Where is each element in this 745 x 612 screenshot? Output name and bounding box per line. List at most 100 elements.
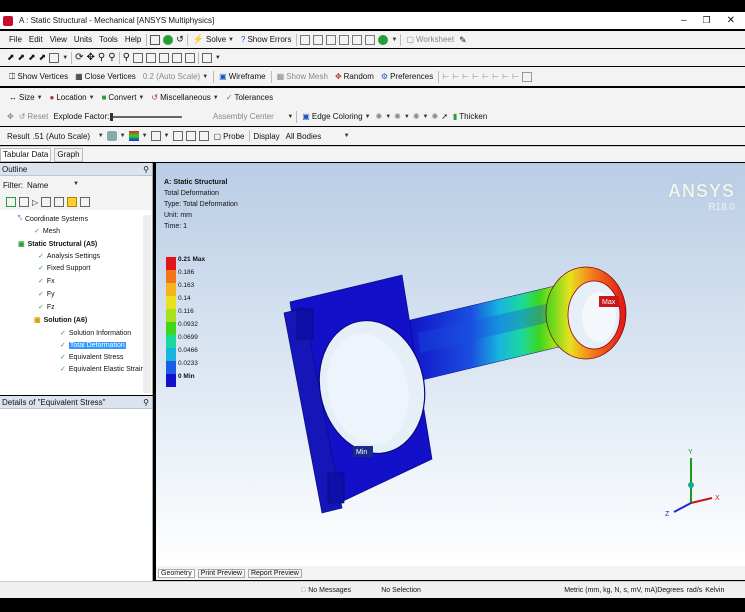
geometry-display-icon[interactable] (106, 131, 117, 141)
fit-icon[interactable] (132, 52, 143, 63)
tree-item-equivalent-stress[interactable]: ✓ Equivalent Stress (60, 353, 123, 362)
outline-scrollbar[interactable] (143, 215, 151, 393)
show-errors-button[interactable]: ? Show Errors (239, 33, 293, 47)
tree-item-mesh[interactable]: ✓ Mesh (34, 227, 60, 236)
connecting-rod-model[interactable]: Max Min Y X Z (156, 163, 745, 566)
tree-item-analysis-settings[interactable]: ✓ Analysis Settings (38, 252, 100, 261)
annotation-tool-icon[interactable]: ⊢ (442, 72, 449, 81)
probe-button[interactable]: ▢ Probe (212, 129, 247, 143)
viewports-icon[interactable] (201, 52, 212, 63)
chevron-down-icon[interactable]: ▼ (98, 133, 104, 139)
chevron-down-icon[interactable]: ▼ (344, 133, 350, 139)
edge-coloring-button[interactable]: ▣ Edge Coloring ▼ (300, 110, 372, 124)
collapse-icon[interactable] (19, 197, 29, 207)
annotation-tool-icon[interactable]: ⊢ (472, 72, 479, 81)
annotation-tool-icon[interactable]: ⊢ (482, 72, 489, 81)
slider-handle[interactable] (110, 112, 114, 121)
close-icon[interactable]: ✕ (727, 15, 735, 26)
chevron-down-icon[interactable]: ▼ (391, 37, 397, 43)
tree-item-fx[interactable]: ✓ Fx (38, 277, 55, 286)
show-mesh-button[interactable]: ▦ Show Mesh (275, 70, 330, 84)
tree-settings-icon[interactable] (80, 197, 91, 207)
chevron-down-icon[interactable]: ▼ (120, 133, 126, 139)
settings-icon[interactable]: ✎ (459, 35, 469, 45)
convert-button[interactable]: ■ Convert ▼ (100, 91, 147, 105)
reset-button[interactable]: ↺ Reset (17, 110, 51, 124)
tree-filter-icon[interactable] (67, 197, 78, 207)
update-icon[interactable]: ↺ (176, 34, 184, 45)
minimize-icon[interactable]: – (681, 15, 687, 26)
annotation-tool-icon[interactable]: ⊢ (462, 72, 469, 81)
wireframe-button[interactable]: ▣ Wireframe (217, 70, 267, 84)
annotation-tool-icon[interactable]: ⊢ (492, 72, 499, 81)
annotation-tool-icon[interactable]: ⊢ (452, 72, 459, 81)
angle-units-status[interactable]: Degrees (657, 587, 683, 594)
pan-icon[interactable]: ✥ (87, 52, 95, 63)
image-icon[interactable] (300, 34, 311, 45)
assembly-center-dropdown[interactable]: Assembly Center (202, 112, 284, 121)
tab-tabular-data[interactable]: Tabular Data (0, 147, 52, 162)
size-button[interactable]: ↔ Size ▼ (7, 91, 45, 105)
tab-graph[interactable]: Graph (54, 147, 83, 162)
show-vertices-button[interactable]: ⎅ Show Vertices (7, 70, 70, 84)
previous-view-icon[interactable] (158, 52, 169, 63)
expand-icon[interactable] (6, 197, 16, 207)
edge-style-icon[interactable]: ✺ (413, 112, 420, 121)
zoom-fit-icon[interactable]: ⚲ (123, 52, 130, 63)
menu-units[interactable]: Units (72, 33, 94, 47)
tree-item-fz[interactable]: ✓ Fz (38, 303, 55, 312)
location-button[interactable]: ● Location ▼ (48, 91, 97, 105)
chevron-down-icon[interactable]: ▼ (287, 114, 293, 120)
menu-tools[interactable]: Tools (97, 33, 120, 47)
select-mode-icon[interactable]: ⬈ (18, 52, 26, 63)
messages-status[interactable]: No Messages (308, 587, 378, 594)
chevron-down-icon[interactable]: ▼ (62, 55, 68, 61)
select-face-icon[interactable]: ⬈ (28, 52, 36, 63)
tolerances-button[interactable]: ✓ Tolerances (224, 91, 275, 105)
zoom-icon[interactable]: ⚲ (98, 52, 105, 63)
tree-item-fixed-support[interactable]: ✓ Fixed Support (38, 264, 90, 273)
zoom-box-icon[interactable]: ⚲ (108, 52, 115, 63)
tree-minus-icon[interactable] (54, 197, 65, 207)
chevron-down-icon[interactable]: ▼ (164, 133, 170, 139)
menu-help[interactable]: Help (123, 33, 143, 47)
tree-item-solution[interactable]: ▣ Solution (A6) (34, 316, 87, 325)
menu-file[interactable]: File (7, 33, 24, 47)
thicken-button[interactable]: ▮ Thicken (451, 110, 489, 124)
edge-style-icon[interactable]: ✺ (376, 112, 383, 121)
explode-factor-slider[interactable] (110, 112, 183, 121)
temperature-units-status[interactable]: Kelvin (705, 587, 724, 594)
save-icon[interactable] (150, 34, 161, 45)
edge-direction-icon[interactable]: ➚ (441, 112, 448, 121)
menu-view[interactable]: View (48, 33, 69, 47)
next-view-icon[interactable] (171, 52, 182, 63)
annotation-icon[interactable] (352, 34, 363, 45)
magnifier-window-icon[interactable] (145, 52, 156, 63)
preferences-button[interactable]: ⚙ Preferences (379, 70, 435, 84)
select-body-icon[interactable]: ⬈ (39, 52, 47, 63)
edges-icon[interactable] (150, 131, 161, 141)
vertex-scale-dropdown[interactable]: 0.2 (Auto Scale) ▼ (141, 70, 210, 84)
tree-item-fy[interactable]: ✓ Fy (38, 290, 55, 299)
min-icon[interactable] (198, 131, 209, 141)
maximize-icon[interactable]: ❐ (703, 15, 711, 26)
tree-plus-icon[interactable] (41, 197, 52, 207)
contour-icon[interactable] (128, 131, 139, 141)
rotation-units-status[interactable]: rad/s (687, 587, 703, 594)
max-icon[interactable] (185, 131, 196, 141)
comment-icon[interactable] (326, 34, 337, 45)
annotation-tool-icon[interactable]: ⊢ (502, 72, 509, 81)
tree-item-static-structural[interactable]: ▣ Static Structural (A5) (18, 240, 97, 249)
tab-print-preview[interactable]: Print Preview (197, 568, 245, 578)
close-vertices-button[interactable]: ▦ Close Vertices (73, 70, 138, 84)
chevron-down-icon[interactable]: ▼ (215, 55, 221, 61)
filter-dropdown[interactable]: Name ▼ (27, 181, 79, 190)
tree-forward-icon[interactable]: ▷ (32, 198, 38, 207)
pin-icon[interactable]: ⚲ (143, 165, 149, 174)
solve-button[interactable]: ⚡ Solve ▼ (191, 33, 236, 47)
chevron-down-icon[interactable]: ▼ (423, 114, 429, 120)
tree-item-coordinate-systems[interactable]: ⤣ Coordinate Systems (18, 215, 88, 223)
menu-edit[interactable]: Edit (27, 33, 45, 47)
display-box-icon[interactable] (521, 71, 532, 82)
tab-report-preview[interactable]: Report Preview (247, 568, 302, 578)
